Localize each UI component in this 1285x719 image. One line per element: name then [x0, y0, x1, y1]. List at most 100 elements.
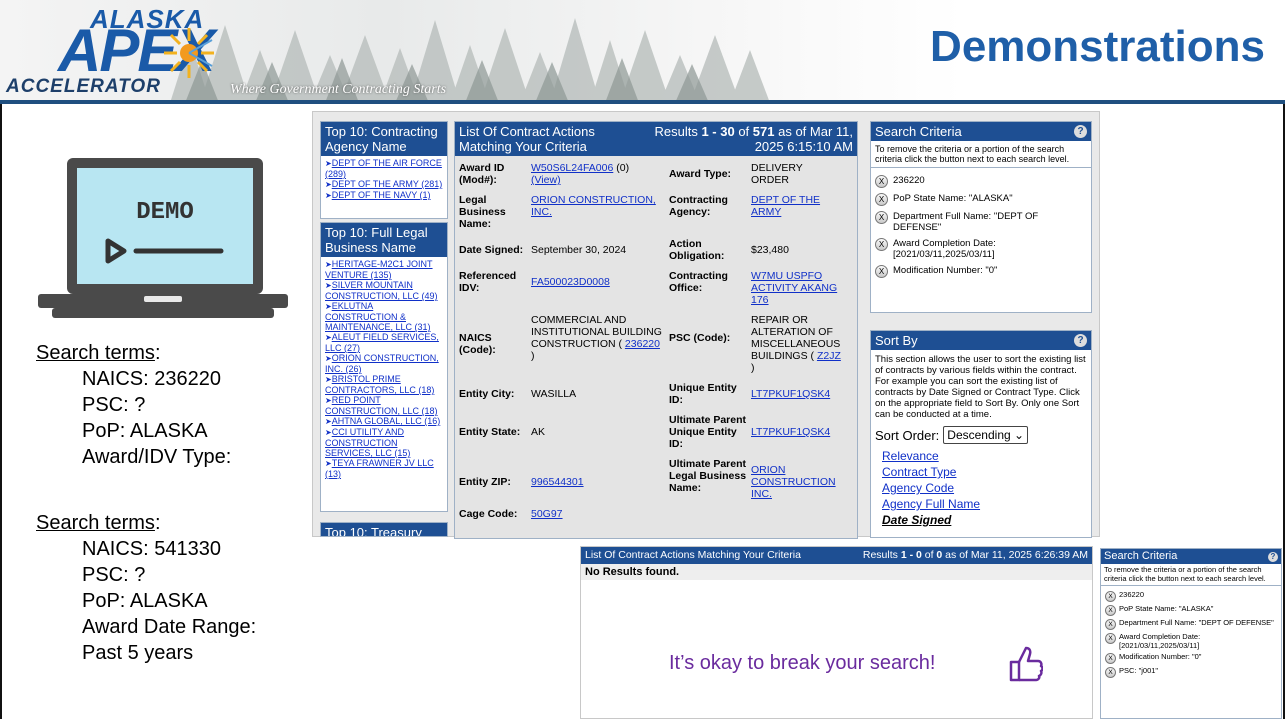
remove-criteria-icon[interactable]: X — [1105, 591, 1116, 602]
sunburst-icon — [164, 28, 214, 78]
top10-business-link[interactable]: SILVER MOUNTAIN CONSTRUCTION, LLC (49) — [325, 280, 438, 301]
search-terms-heading: Search terms — [36, 342, 155, 364]
break-search-message: It’s okay to break your search! — [669, 652, 936, 674]
sort-by-description: This section allows the user to sort the… — [875, 354, 1086, 420]
results2-prefix: Results — [862, 549, 901, 561]
top10-agency-panel: Top 10: Contracting Agency Name ➤DEPT OF… — [320, 121, 448, 219]
contract-results-panel: List Of Contract Actions Matching Your C… — [454, 121, 858, 539]
date-signed-value: September 30, 2024 — [531, 244, 627, 256]
remove-criteria-icon[interactable]: X — [875, 175, 888, 188]
search-criteria-title: Search Criteria — [875, 124, 962, 139]
criteria-text: Modification Number: "0" — [893, 265, 998, 276]
parent-name-link[interactable]: ORION CONSTRUCTION INC. — [751, 464, 836, 500]
remove-criteria-icon[interactable]: X — [875, 238, 888, 251]
remove-criteria-icon[interactable]: X — [875, 265, 888, 278]
top10-business-link[interactable]: AHTNA GLOBAL, LLC (16) — [332, 416, 441, 426]
field-label: Award ID (Mod#): — [459, 162, 505, 186]
field-label: Entity City: — [459, 388, 515, 400]
sort-by-panel: Sort By? This section allows the user to… — [870, 330, 1092, 538]
top10-agency-link[interactable]: DEPT OF THE ARMY (281) — [332, 179, 443, 189]
top10-business-link[interactable]: HERITAGE-M2C1 JOINT VENTURE (135) — [325, 259, 433, 280]
top10-agency-link[interactable]: DEPT OF THE AIR FORCE (289) — [325, 158, 442, 179]
search-terms-colon: : — [154, 512, 161, 534]
sort-order-select[interactable]: Descending ⌄ — [943, 426, 1029, 444]
record-row: Entity State: AK Ultimate Parent Unique … — [455, 410, 857, 454]
search-criteria-panel-2: Search Criteria? To remove the criteria … — [1100, 548, 1282, 719]
ref-idv-link[interactable]: FA500023D0008 — [531, 276, 610, 288]
criteria-item: X 236220 — [875, 175, 1087, 188]
search-terms-1: Search terms: NAICS: 236220 PSC: ? PoP: … — [36, 340, 231, 470]
legal-name-link[interactable]: ORION CONSTRUCTION, INC. — [531, 194, 656, 218]
record-row: Cage Code: 50G97 — [455, 504, 857, 524]
remove-criteria-icon[interactable]: X — [1105, 653, 1116, 664]
criteria-text: PSC: "j001" — [1119, 666, 1159, 675]
search-term-item: NAICS: 236220 — [82, 368, 221, 390]
sort-by-title: Sort By — [875, 333, 918, 348]
field-label: Cage Code: — [459, 508, 518, 520]
field-label: Legal Business Name: — [459, 194, 506, 230]
action-obligation-value: $23,480 — [751, 244, 789, 256]
search-criteria-description: To remove the criteria or a portion of t… — [871, 141, 1091, 168]
award-id-link[interactable]: W50S6L24FA006 — [531, 162, 613, 174]
field-label: Date Signed: — [459, 244, 524, 256]
help-icon[interactable]: ? — [1074, 334, 1087, 347]
criteria-text: PoP State Name: "ALASKA" — [893, 193, 1013, 204]
sort-link-date-signed[interactable]: Date Signed — [882, 513, 951, 527]
top10-business-link[interactable]: ALEUT FIELD SERVICES, LLC (27) — [325, 332, 439, 353]
remove-criteria-icon[interactable]: X — [875, 193, 888, 206]
award-type-value: DELIVERY ORDER — [751, 162, 803, 186]
remove-criteria-icon[interactable]: X — [1105, 633, 1116, 644]
results2-heading: List Of Contract Actions Matching Your C… — [585, 549, 801, 561]
criteria-text: Department Full Name: "DEPT OF DEFENSE" — [893, 211, 1039, 233]
sort-link-agency-full-name[interactable]: Agency Full Name — [882, 497, 980, 511]
contract-record: Award ID (Mod#): W50S6L24FA006 (0) (View)… — [455, 158, 857, 524]
top10-business-link[interactable]: CCI UTILITY AND CONSTRUCTION SERVICES, L… — [325, 427, 410, 458]
field-label: Referenced IDV: — [459, 270, 517, 294]
parent-uei-link[interactable]: LT7PKUF1QSK4 — [751, 426, 830, 438]
naics-code-link[interactable]: 236220 — [625, 338, 660, 350]
cage-code-link[interactable]: 50G97 — [531, 508, 563, 520]
sort-order-label: Sort Order: — [875, 427, 940, 443]
top10-agency-title: Top 10: Contracting Agency Name — [321, 122, 447, 156]
criteria-item: X 236220 — [1105, 590, 1277, 602]
top10-business-link[interactable]: RED POINT CONSTRUCTION, LLC (18) — [325, 395, 438, 416]
remove-criteria-icon[interactable]: X — [1105, 619, 1116, 630]
remove-criteria-icon[interactable]: X — [1105, 605, 1116, 616]
record-row: Legal Business Name: ORION CONSTRUCTION,… — [455, 190, 857, 234]
sort-link-contract-type[interactable]: Contract Type — [882, 465, 956, 479]
criteria-text: Department Full Name: "DEPT OF DEFENSE" — [1119, 618, 1274, 627]
search-term-item: Past 5 years — [82, 642, 194, 664]
criteria-text: PoP State Name: "ALASKA" — [1119, 604, 1214, 613]
help-icon[interactable]: ? — [1268, 551, 1278, 562]
thumbs-up-icon — [1009, 646, 1043, 682]
field-label: PSC (Code): — [669, 332, 731, 344]
sort-link-agency-code[interactable]: Agency Code — [882, 481, 954, 495]
top10-business-link[interactable]: ORION CONSTRUCTION, INC. (26) — [325, 353, 439, 374]
help-icon[interactable]: ? — [1074, 125, 1087, 138]
criteria-text: Award Completion Date: [2021/03/11,2025/… — [893, 238, 996, 260]
criteria-item: X PoP State Name: "ALASKA" — [1105, 604, 1277, 616]
top10-business-link[interactable]: TEYA FRAWNER JV LLC (13) — [325, 458, 434, 479]
record-row: Date Signed: September 30, 2024 Action O… — [455, 234, 857, 266]
contracting-agency-link[interactable]: DEPT OF THE ARMY — [751, 194, 820, 218]
search-criteria-2-title: Search Criteria — [1104, 550, 1178, 562]
criteria-item: X PSC: "j001" — [1105, 666, 1277, 678]
search-terms-heading: Search terms — [36, 512, 155, 534]
view-link[interactable]: (View) — [531, 174, 561, 186]
results-heading: List Of Contract Actions Matching Your C… — [459, 124, 595, 154]
criteria-item: X PoP State Name: "ALASKA" — [875, 193, 1087, 206]
psc-code-link[interactable]: Z2JZ — [817, 350, 841, 362]
search-terms-colon: : — [154, 342, 161, 364]
remove-criteria-icon[interactable]: X — [1105, 667, 1116, 678]
uei-link[interactable]: LT7PKUF1QSK4 — [751, 388, 830, 400]
remove-criteria-icon[interactable]: X — [875, 211, 888, 224]
top10-business-link[interactable]: EKLUTNA CONSTRUCTION & MAINTENANCE, LLC … — [325, 301, 431, 332]
entity-zip-link[interactable]: 996544301 — [531, 476, 584, 488]
search-term-item: PoP: ALASKA — [82, 420, 208, 442]
field-label: Contracting Office: — [669, 270, 728, 294]
contracting-office-link[interactable]: W7MU USPFO ACTIVITY AKANG 176 — [751, 270, 837, 306]
sort-order-value: Descending — [947, 428, 1011, 442]
top10-business-link[interactable]: BRISTOL PRIME CONTRACTORS, LLC (18) — [325, 374, 434, 395]
sort-link-relevance[interactable]: Relevance — [882, 449, 939, 463]
top10-agency-link[interactable]: DEPT OF THE NAVY (1) — [332, 190, 431, 200]
